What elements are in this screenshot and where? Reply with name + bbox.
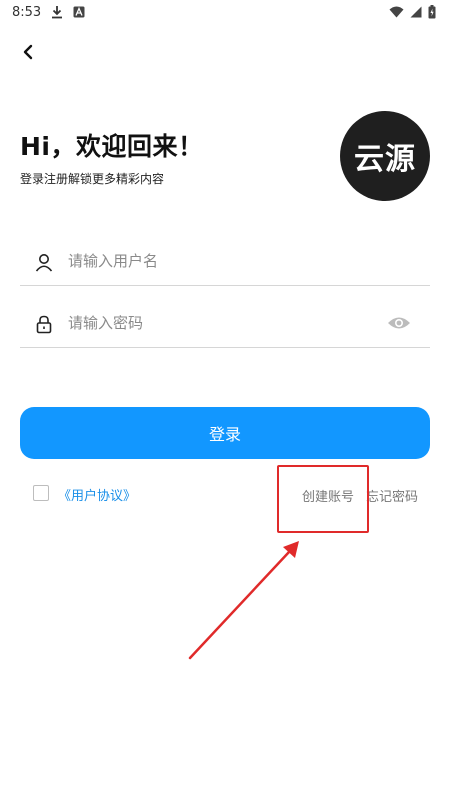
user-agreement-link[interactable]: 《用户协议》 (58, 485, 136, 504)
status-bar: 8:53 (0, 0, 450, 24)
logo-text: 云源 (354, 142, 416, 177)
login-button[interactable]: 登录 (20, 407, 430, 459)
back-button[interactable] (14, 38, 42, 66)
a-badge-icon (73, 6, 85, 18)
page-title: Hi，欢迎回来！ (20, 132, 204, 161)
user-icon (35, 254, 53, 272)
chevron-left-icon (23, 44, 33, 60)
status-left: 8:53 (12, 5, 85, 20)
eye-icon[interactable] (387, 314, 411, 332)
password-input[interactable] (68, 310, 378, 336)
app-logo: 云源 (340, 111, 430, 201)
annotation-highlight-box (277, 465, 369, 533)
username-input[interactable] (68, 248, 378, 274)
username-field-row (20, 238, 430, 286)
lock-icon (36, 315, 52, 334)
forgot-password-link[interactable]: 忘记密码 (366, 486, 418, 505)
password-field-row (20, 300, 430, 348)
status-time: 8:53 (12, 4, 42, 20)
status-right (389, 5, 436, 19)
signal-icon (410, 6, 422, 18)
wifi-icon (389, 6, 404, 18)
login-button-label: 登录 (208, 425, 241, 444)
battery-icon (428, 5, 436, 19)
agreement-checkbox[interactable] (33, 485, 49, 501)
download-icon (52, 6, 63, 19)
page-subtitle: 登录注册解锁更多精彩内容 (20, 172, 165, 186)
